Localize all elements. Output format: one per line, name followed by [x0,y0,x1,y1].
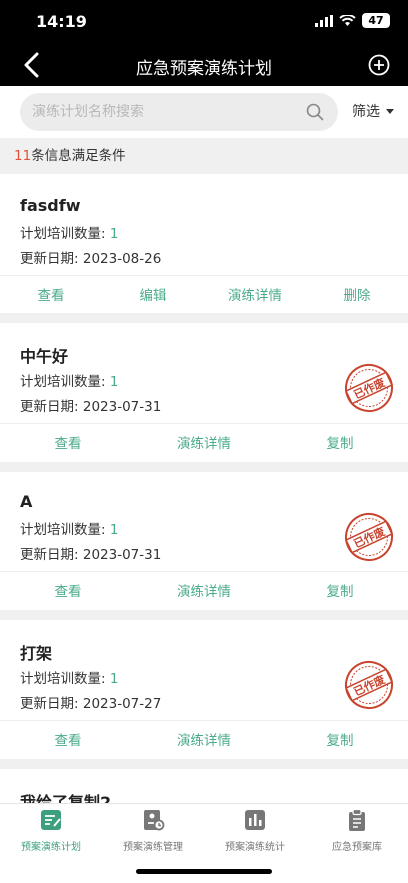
update-date-line: 更新日期: 2023-07-27 [20,692,161,712]
tab-drill-plan[interactable]: 预案演练计划 [0,804,102,883]
view-button[interactable]: 查看 [0,276,102,315]
plan-list-icon [41,810,61,830]
training-count-label: 计划培训数量: [20,522,106,538]
copy-button[interactable]: 复制 [272,721,408,760]
training-count-value: 1 [109,226,119,242]
app-header: 14:19 47 应急预案演练计划 [0,0,408,86]
update-date-label: 更新日期: [20,399,79,415]
view-button[interactable]: 查看 [0,572,136,611]
add-circle-icon[interactable] [368,54,390,76]
filter-label: 筛选 [352,104,380,120]
training-count-label: 计划培训数量: [20,671,106,687]
plan-card[interactable]: A 计划培训数量: 1 更新日期: 2023-07-31 已作废 查看 演练详情… [0,472,408,610]
voided-stamp: 已作废 [345,364,393,412]
training-count-value: 1 [109,374,119,390]
result-count-number: 11 [14,148,32,164]
plan-title: fasdfw [20,196,81,215]
stats-bar-icon [245,810,265,830]
training-count-value: 1 [109,671,119,687]
drill-details-button[interactable]: 演练详情 [204,276,306,315]
filter-button[interactable]: 筛选 [352,101,394,121]
voided-stamp: 已作废 [345,513,393,561]
drill-details-button[interactable]: 演练详情 [136,721,272,760]
update-date-line: 更新日期: 2023-07-31 [20,395,161,415]
training-count-line: 计划培训数量: 1 [20,667,118,687]
stamp-text: 已作废 [351,375,387,402]
wifi-icon [339,14,356,26]
caret-down-icon [386,108,394,114]
tab-plan-library[interactable]: 应急预案库 [306,804,408,883]
status-time: 14:19 [36,12,87,31]
stamp-text: 已作废 [351,672,387,699]
card-actions: 查看 演练详情 复制 [0,571,408,611]
plan-card[interactable]: fasdfw 计划培训数量: 1 更新日期: 2023-08-26 查看 编辑 … [0,174,408,313]
tab-label: 预案演练统计 [225,842,285,853]
plan-card[interactable]: 我给了复制2 [0,769,408,803]
search-box[interactable] [20,93,338,131]
plan-title: A [20,492,33,511]
update-date-line: 更新日期: 2023-08-26 [20,247,161,267]
search-icon[interactable] [306,103,324,121]
tab-label: 应急预案库 [332,842,382,853]
page-title: 应急预案演练计划 [136,59,272,79]
update-date-label: 更新日期: [20,696,79,712]
update-date-label: 更新日期: [20,251,79,267]
training-count-label: 计划培训数量: [20,374,106,390]
training-count-line: 计划培训数量: 1 [20,370,118,390]
training-count-line: 计划培训数量: 1 [20,222,118,242]
card-actions: 查看 编辑 演练详情 删除 [0,275,408,315]
search-bar: 筛选 [0,86,408,138]
training-count-label: 计划培训数量: [20,226,106,242]
card-actions: 查看 演练详情 复制 [0,720,408,760]
tab-label: 预案演练计划 [21,842,81,853]
voided-stamp: 已作废 [345,661,393,709]
drill-details-button[interactable]: 演练详情 [136,424,272,463]
training-count-line: 计划培训数量: 1 [20,518,118,538]
update-date-line: 更新日期: 2023-07-31 [20,543,161,563]
update-date-label: 更新日期: [20,547,79,563]
search-input[interactable] [32,93,292,131]
training-count-value: 1 [109,522,119,538]
update-date-value: 2023-07-27 [82,696,162,712]
stamp-text: 已作废 [351,524,387,551]
copy-button[interactable]: 复制 [272,572,408,611]
update-date-value: 2023-07-31 [82,547,162,563]
delete-button[interactable]: 删除 [306,276,408,315]
plan-card[interactable]: 打架 计划培训数量: 1 更新日期: 2023-07-27 已作废 查看 演练详… [0,620,408,759]
plan-title: 中午好 [20,347,69,366]
plan-card[interactable]: 中午好 计划培训数量: 1 更新日期: 2023-07-31 已作废 查看 演练… [0,323,408,462]
clipboard-icon [349,808,365,831]
status-icons: 47 [315,13,390,28]
plan-title: 打架 [20,644,53,663]
tab-label: 预案演练管理 [123,842,183,853]
update-date-value: 2023-08-26 [82,251,162,267]
copy-button[interactable]: 复制 [272,424,408,463]
result-count-text: 条信息满足条件 [31,148,126,164]
battery-icon: 47 [362,13,390,28]
view-button[interactable]: 查看 [0,424,136,463]
manage-icon [144,810,165,831]
card-actions: 查看 演练详情 复制 [0,423,408,463]
result-count: 11条信息满足条件 [0,138,408,174]
edit-button[interactable]: 编辑 [102,276,204,315]
plan-title: 我给了复制2 [20,793,112,803]
signal-icon [315,14,333,27]
home-indicator [136,869,272,874]
drill-details-button[interactable]: 演练详情 [136,572,272,611]
update-date-value: 2023-07-31 [82,399,162,415]
view-button[interactable]: 查看 [0,721,136,760]
